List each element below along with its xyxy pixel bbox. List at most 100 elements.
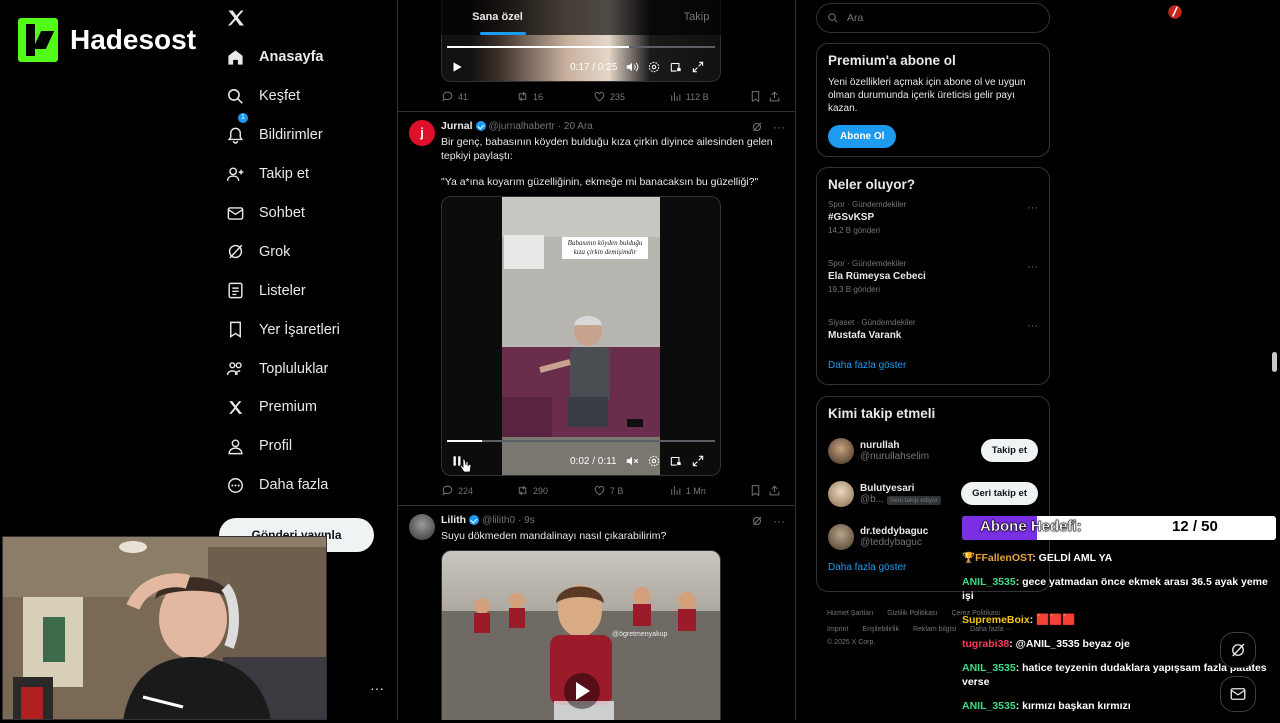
trend-item[interactable]: Siyaset · Gündemdekiler Mustafa Varank ·… xyxy=(828,318,1038,360)
reply-count: 41 xyxy=(458,91,469,102)
follow-back-button[interactable]: Geri takip et xyxy=(961,482,1038,505)
nav-item-follow[interactable]: Takip et xyxy=(220,155,390,194)
subscribe-button[interactable]: Abone Ol xyxy=(828,125,897,148)
nav-item-explore[interactable]: Keşfet xyxy=(220,77,390,116)
more-options-icon[interactable]: ··· xyxy=(1027,320,1038,332)
views-button[interactable]: 112 B xyxy=(669,90,749,103)
nav-item-bookmarks[interactable]: Yer İşaretleri xyxy=(220,310,390,349)
nav-item-chat[interactable]: Sohbet xyxy=(220,194,390,233)
author-name[interactable]: Jurnal xyxy=(441,120,473,132)
nav-item-home[interactable]: Anasayfa xyxy=(220,38,390,77)
suggestion-handle: @b... xyxy=(860,493,885,505)
more-options-icon[interactable]: ··· xyxy=(773,120,785,134)
search-bar[interactable]: Ara xyxy=(816,3,1050,33)
tweet-divider xyxy=(398,111,795,112)
avatar[interactable] xyxy=(828,480,854,507)
play-button[interactable] xyxy=(450,60,464,74)
grok-floating-button[interactable] xyxy=(1220,632,1256,668)
reply-button[interactable]: 224 xyxy=(441,484,516,497)
footer-link[interactable]: Gizlilik Politikası xyxy=(887,610,937,617)
grok-icon[interactable] xyxy=(751,515,763,527)
grok-icon xyxy=(1232,643,1245,657)
avatar[interactable] xyxy=(828,523,854,550)
share-button[interactable] xyxy=(768,90,781,103)
video-progress-bar[interactable] xyxy=(447,440,715,442)
tweet-actions: 41 16 235 112 B xyxy=(441,90,781,103)
reply-count: 224 xyxy=(458,485,474,496)
tweet-date[interactable]: · 9s xyxy=(518,515,535,526)
follow-suggestion[interactable]: nurullah @nurullahselim Takip et xyxy=(828,429,1038,472)
avatar[interactable]: j xyxy=(409,120,435,146)
tab-for-you[interactable]: Sana özel xyxy=(398,0,597,35)
retweet-icon xyxy=(518,485,527,496)
footer-link[interactable]: Imprint xyxy=(827,626,848,633)
like-button[interactable]: 7 B xyxy=(593,484,669,497)
author-handle[interactable]: @jurnalhabertr xyxy=(489,121,555,132)
suggestion-name: nurullah xyxy=(860,439,900,451)
messages-floating-button[interactable] xyxy=(1220,676,1256,712)
video-progress-bar[interactable] xyxy=(447,46,715,48)
footer-link[interactable]: Erişilebilirlik xyxy=(862,626,899,633)
tweet-text: Suyu dökmeden mandalinayı nasıl çıkarabi… xyxy=(441,530,667,542)
bookmark-icon xyxy=(230,321,241,339)
more-options-icon[interactable]: ··· xyxy=(1027,261,1038,273)
retweet-button[interactable]: 290 xyxy=(516,484,593,497)
chat-badge-icon: 🏆 xyxy=(962,552,976,564)
suggestion-handle: @teddybaguc xyxy=(860,536,922,548)
view-count: 112 B xyxy=(685,91,709,102)
trends-card: Neler oluyor? Spor · Gündemdekiler #GSvK… xyxy=(816,167,1050,385)
nav-item-notifications[interactable]: 1 Bildirimler xyxy=(220,112,390,155)
footer-link[interactable]: Reklam bilgisi xyxy=(913,626,956,633)
nav-label: Anasayfa xyxy=(259,49,324,66)
tab-following[interactable]: Takip xyxy=(597,0,795,35)
views-icon xyxy=(670,486,681,495)
account-menu-dots[interactable]: ··· xyxy=(370,680,384,696)
premium-text: Yeni özellikleri açmak için abone ol ve … xyxy=(828,77,1026,114)
volume-icon[interactable] xyxy=(625,60,639,74)
x-logo-icon[interactable] xyxy=(226,8,246,28)
bookmark-button[interactable] xyxy=(749,90,768,103)
nav-item-lists[interactable]: Listeler xyxy=(220,271,390,310)
grok-icon[interactable] xyxy=(751,121,763,133)
fullscreen-icon[interactable] xyxy=(691,60,705,74)
nav-item-grok[interactable]: Grok xyxy=(220,232,390,271)
nav-item-more[interactable]: Daha fazla xyxy=(220,466,390,505)
more-options-icon[interactable]: ··· xyxy=(1027,202,1038,214)
nav-item-profile[interactable]: Profil xyxy=(220,427,390,466)
author-handle[interactable]: @lilith0 xyxy=(482,515,515,526)
show-more-trends-link[interactable]: Daha fazla göster xyxy=(828,360,1038,371)
trend-item[interactable]: Spor · Gündemdekiler Ela Rümeysa Cebeci … xyxy=(828,259,1038,314)
pip-icon[interactable] xyxy=(669,454,683,468)
tweet-date[interactable]: · 20 Ara xyxy=(558,121,593,132)
author-name[interactable]: Lilith xyxy=(441,514,466,526)
tweet-video[interactable]: Babasının köyden bulduğu kıza çirkin dem… xyxy=(441,196,721,476)
avatar[interactable] xyxy=(828,437,854,464)
avatar[interactable] xyxy=(409,514,435,540)
extension-icon[interactable] xyxy=(1166,3,1184,21)
play-icon xyxy=(453,62,462,72)
footer-link[interactable]: Hizmet Şartları xyxy=(827,610,873,617)
follow-button[interactable]: Takip et xyxy=(980,439,1038,462)
nav-label: Daha fazla xyxy=(259,477,329,494)
chat-text: : kırmızı başkan kırmızı xyxy=(1015,700,1131,712)
views-button[interactable]: 1 Mn xyxy=(669,484,749,497)
bookmark-button[interactable] xyxy=(749,484,768,497)
settings-icon[interactable] xyxy=(647,60,661,74)
trend-item[interactable]: Spor · Gündemdekiler #GSvKSP 14,2 B gönd… xyxy=(828,200,1038,255)
settings-icon[interactable] xyxy=(647,454,661,468)
pip-icon[interactable] xyxy=(669,60,683,74)
mute-icon[interactable] xyxy=(625,454,639,468)
follow-suggestion[interactable]: Bulutyesari @b... Seni takip ediyor Geri… xyxy=(828,472,1038,515)
nav-item-premium[interactable]: Premium xyxy=(220,388,390,427)
fullscreen-icon[interactable] xyxy=(691,454,705,468)
share-button[interactable] xyxy=(768,484,781,497)
scrollbar-thumb[interactable] xyxy=(1272,352,1277,372)
retweet-button[interactable]: 16 xyxy=(516,90,593,103)
more-options-icon[interactable]: ··· xyxy=(773,514,785,528)
video-progress-fill xyxy=(447,440,482,442)
retweet-count: 16 xyxy=(532,91,543,102)
nav-item-communities[interactable]: Topluluklar xyxy=(220,349,390,388)
like-button[interactable]: 235 xyxy=(593,90,669,103)
tweet-video[interactable]: @ögretmenyakup xyxy=(441,550,721,720)
reply-button[interactable]: 41 xyxy=(441,90,516,103)
